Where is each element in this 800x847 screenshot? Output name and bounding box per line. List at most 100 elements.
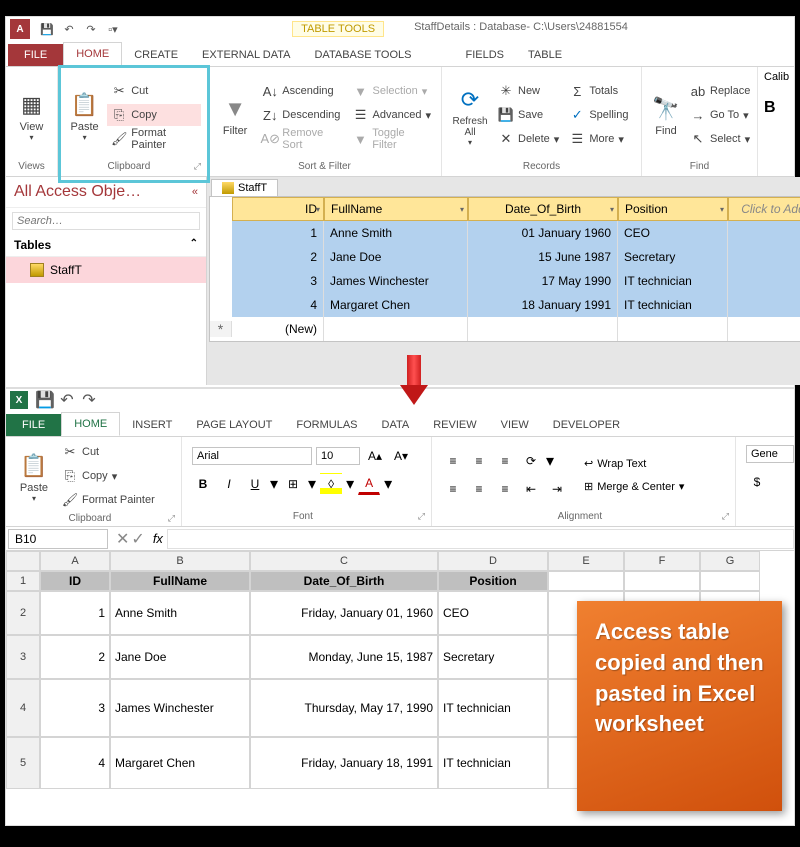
view-button[interactable]: ▦View▾: [12, 71, 51, 159]
tab-database-tools[interactable]: DATABASE TOOLS: [302, 44, 423, 66]
redo-icon[interactable]: ↷: [80, 391, 98, 409]
table-row[interactable]: 3James Winchester17 May 1990IT technicia…: [210, 269, 800, 293]
remove-sort-button[interactable]: A⊘Remove Sort: [258, 128, 346, 150]
font-size-select[interactable]: [316, 447, 360, 465]
dropdown-icon[interactable]: ▾: [610, 205, 614, 214]
col-header[interactable]: G: [700, 551, 760, 571]
totals-button[interactable]: ΣTotals: [565, 80, 632, 102]
new-row[interactable]: *(New): [210, 317, 800, 341]
cell[interactable]: Monday, June 15, 1987: [250, 635, 438, 679]
formula-bar[interactable]: [167, 529, 794, 549]
align-bottom-icon[interactable]: ≡: [494, 450, 516, 472]
col-header-add[interactable]: Click to Add▾: [728, 197, 800, 221]
dropdown-icon[interactable]: ▾: [720, 205, 724, 214]
paste-button[interactable]: 📋Paste▾: [12, 441, 56, 511]
fill-color-button[interactable]: ◊: [320, 473, 342, 495]
cell-header[interactable]: ID: [40, 571, 110, 591]
dropdown-icon[interactable]: ▾: [316, 205, 320, 214]
redo-icon[interactable]: ↷: [82, 20, 100, 38]
cell[interactable]: Thursday, May 17, 1990: [250, 679, 438, 737]
select-all-corner[interactable]: [6, 551, 40, 571]
table-row[interactable]: 4Margaret Chen18 January 1991IT technici…: [210, 293, 800, 317]
goto-button[interactable]: →Go To▾: [686, 104, 754, 126]
col-header[interactable]: A: [40, 551, 110, 571]
tab-insert[interactable]: INSERT: [120, 414, 184, 436]
cell-dob[interactable]: 01 January 1960: [468, 221, 618, 245]
cell-dob[interactable]: 17 May 1990: [468, 269, 618, 293]
row-header[interactable]: 1: [6, 571, 40, 591]
row-header[interactable]: 2: [6, 591, 40, 635]
nav-header[interactable]: All Access Obje…«: [6, 177, 206, 208]
cell-id[interactable]: 2: [232, 245, 324, 269]
delete-button[interactable]: ✕Delete▾: [494, 128, 563, 150]
dialog-launcher-icon[interactable]: ⤢: [418, 511, 425, 522]
dialog-launcher-icon[interactable]: ⤢: [722, 511, 729, 522]
dialog-launcher-icon[interactable]: ⤢: [194, 161, 201, 172]
cell[interactable]: [700, 571, 760, 591]
collapse-icon[interactable]: ⌃: [190, 238, 198, 252]
col-header[interactable]: B: [110, 551, 250, 571]
spelling-button[interactable]: ✓Spelling: [565, 104, 632, 126]
cell[interactable]: Margaret Chen: [110, 737, 250, 789]
cell[interactable]: IT technician: [438, 737, 548, 789]
tab-developer[interactable]: DEVELOPER: [541, 414, 632, 436]
cell-name[interactable]: Jane Doe: [324, 245, 468, 269]
dropdown-icon[interactable]: ▾: [460, 205, 464, 214]
advanced-button[interactable]: ☰Advanced▾: [349, 104, 435, 126]
replace-button[interactable]: abReplace: [686, 80, 754, 102]
cell-pos[interactable]: IT technician: [618, 293, 728, 317]
cut-button[interactable]: ✂Cut: [58, 441, 159, 463]
cell[interactable]: CEO: [438, 591, 548, 635]
additem-icon[interactable]: ▫▾: [104, 20, 122, 38]
row-header[interactable]: 4: [6, 679, 40, 737]
tab-fields[interactable]: FIELDS: [453, 44, 516, 66]
nav-section-tables[interactable]: Tables⌃: [6, 234, 206, 257]
col-header[interactable]: C: [250, 551, 438, 571]
selection-button[interactable]: ▼Selection▾: [349, 80, 435, 102]
grow-font-icon[interactable]: A▴: [364, 445, 386, 467]
cell[interactable]: 3: [40, 679, 110, 737]
shrink-font-icon[interactable]: A▾: [390, 445, 412, 467]
enter-icon[interactable]: ✓: [131, 529, 144, 549]
cell-dob[interactable]: 15 June 1987: [468, 245, 618, 269]
underline-button[interactable]: U: [244, 473, 266, 495]
more-button[interactable]: ☰More▾: [565, 128, 632, 150]
toggle-filter-button[interactable]: ▼Toggle Filter: [349, 128, 435, 150]
copy-button[interactable]: ⎘Copy▾: [58, 465, 159, 487]
chevron-left-icon[interactable]: «: [192, 186, 198, 198]
undo-icon[interactable]: ↶: [58, 391, 76, 409]
tab-review[interactable]: REVIEW: [421, 414, 488, 436]
wrap-text-button[interactable]: ↩Wrap Text: [578, 455, 690, 472]
tab-file[interactable]: FILE: [6, 414, 61, 436]
select-button[interactable]: ↖Select▾: [686, 128, 754, 150]
tab-home[interactable]: HOME: [63, 42, 122, 66]
name-box[interactable]: [8, 529, 108, 549]
font-name-partial[interactable]: Calib: [764, 71, 786, 83]
fx-icon[interactable]: fx: [153, 531, 163, 546]
new-button[interactable]: ✳New: [494, 80, 563, 102]
orientation-icon[interactable]: ⟳: [520, 450, 542, 472]
col-header-name[interactable]: FullName▾: [324, 197, 468, 221]
cell-header[interactable]: Date_Of_Birth: [250, 571, 438, 591]
merge-center-button[interactable]: ⊞Merge & Center▾: [578, 478, 690, 495]
tab-file[interactable]: FILE: [8, 44, 63, 66]
ascending-button[interactable]: A↓Ascending: [258, 80, 346, 102]
row-header[interactable]: 3: [6, 635, 40, 679]
cancel-icon[interactable]: ✕: [116, 529, 129, 549]
cell-header[interactable]: FullName: [110, 571, 250, 591]
cell[interactable]: James Winchester: [110, 679, 250, 737]
table-row[interactable]: 2Jane Doe15 June 1987Secretary: [210, 245, 800, 269]
cell[interactable]: Friday, January 18, 1991: [250, 737, 438, 789]
tab-create[interactable]: CREATE: [122, 44, 190, 66]
border-button[interactable]: ⊞: [282, 473, 304, 495]
currency-icon[interactable]: $: [746, 471, 768, 493]
paste-button[interactable]: 📋Paste▾: [64, 71, 105, 159]
italic-button[interactable]: I: [218, 473, 240, 495]
tab-table[interactable]: TABLE: [516, 44, 574, 66]
cell-pos[interactable]: CEO: [618, 221, 728, 245]
align-middle-icon[interactable]: ≡: [468, 450, 490, 472]
font-color-button[interactable]: A: [358, 473, 380, 495]
cell-pos[interactable]: IT technician: [618, 269, 728, 293]
undo-icon[interactable]: ↶: [60, 20, 78, 38]
align-top-icon[interactable]: ≡: [442, 450, 464, 472]
